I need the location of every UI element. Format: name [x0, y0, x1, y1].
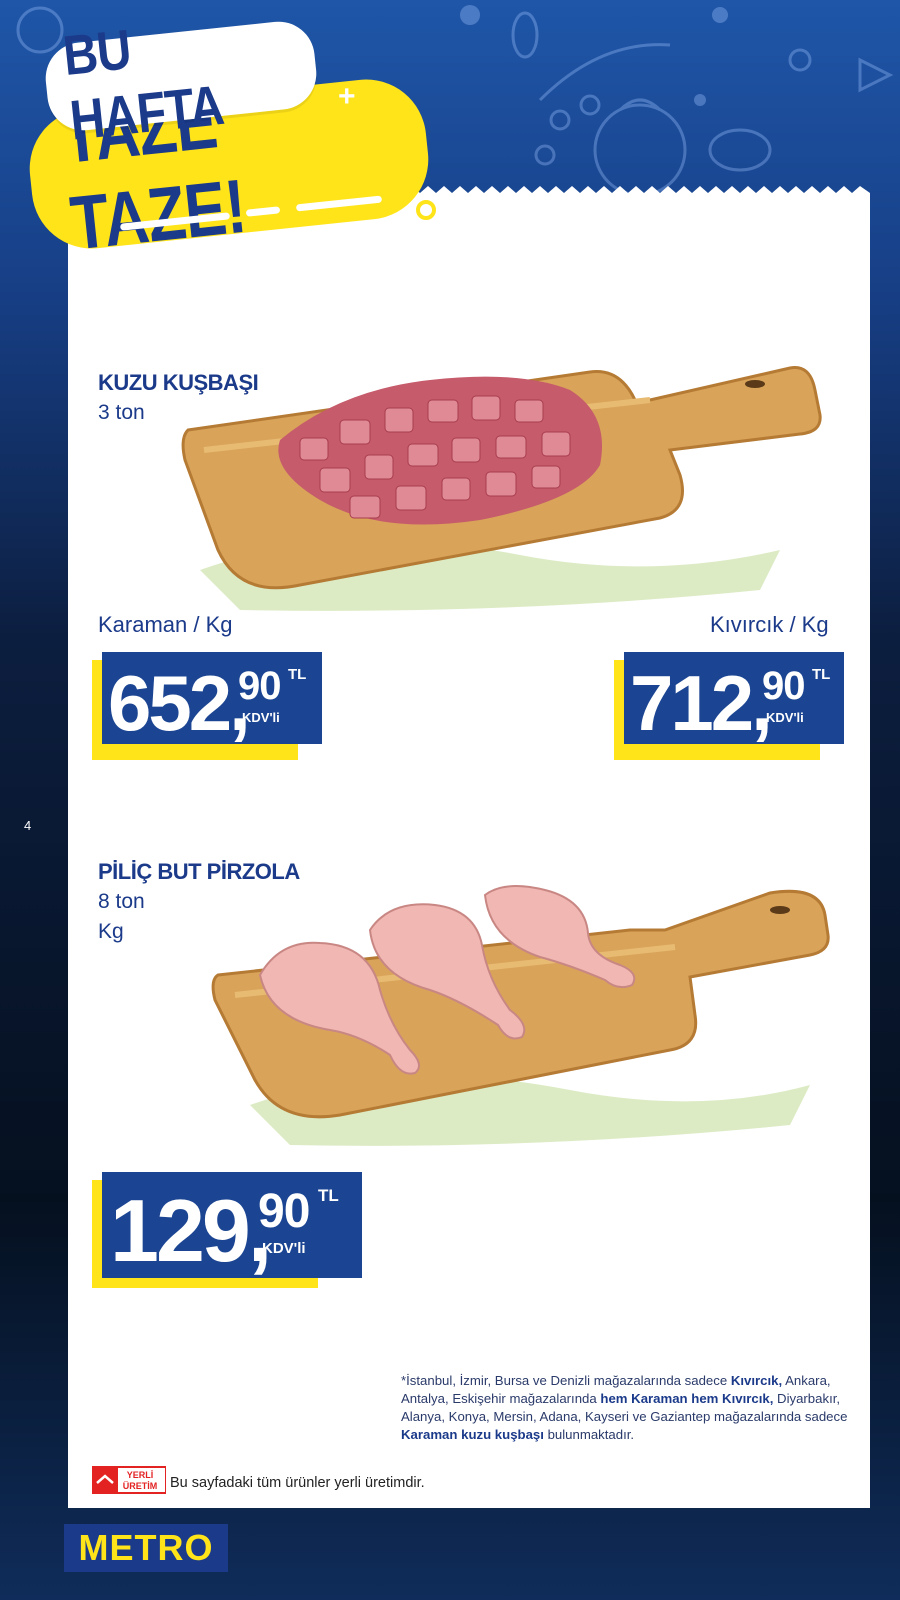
- cutting-board-chicken-image: [211, 885, 830, 1146]
- price-currency: TL: [812, 666, 831, 683]
- price-currency: TL: [288, 666, 307, 683]
- product-quantity: 8 ton: [98, 890, 145, 913]
- availability-footnote: *İstanbul, İzmir, Bursa ve Denizli mağaz…: [401, 1373, 848, 1442]
- price-whole: 712,: [630, 659, 773, 747]
- price-tax-label: KDV'li: [766, 710, 804, 725]
- price-cents: 90: [762, 664, 805, 708]
- variant-label-kivircik: Kıvırcık / Kg: [710, 612, 829, 637]
- page-number: 4: [24, 818, 32, 833]
- badge-bu-hafta: BU HAFTA: [42, 17, 320, 152]
- yerli-uretim-text: Bu sayfadaki tüm ürünler yerli üretimdir…: [170, 1475, 425, 1491]
- svg-text:ÜRETİM: ÜRETİM: [123, 1481, 158, 1491]
- metro-logo: METRO: [64, 1524, 228, 1572]
- price-cents: 90: [238, 664, 281, 708]
- price-cents: 90: [258, 1185, 310, 1238]
- price-currency: TL: [318, 1186, 339, 1205]
- cutting-board-lamb-image: [181, 365, 822, 611]
- variant-label-karaman: Karaman / Kg: [98, 612, 233, 637]
- price-tax-label: KDV'li: [242, 710, 280, 725]
- price-whole: 129,: [110, 1181, 272, 1280]
- badge-ring-icon: [416, 200, 436, 220]
- price-tax-label: KDV'li: [262, 1240, 306, 1257]
- product-quantity: 3 ton: [98, 401, 145, 424]
- product-name: PİLİÇ BUT PİRZOLA: [98, 859, 300, 884]
- svg-text:YERLİ: YERLİ: [127, 1470, 154, 1480]
- badge-line1: BU HAFTA: [60, 17, 227, 152]
- plus-icon: +: [338, 80, 356, 113]
- price-whole: 652,: [108, 659, 251, 747]
- yerli-uretim-logo: YERLİ ÜRETİM: [92, 1466, 166, 1494]
- metro-logo-text: METRO: [78, 1527, 214, 1568]
- product-unit: Kg: [98, 920, 124, 943]
